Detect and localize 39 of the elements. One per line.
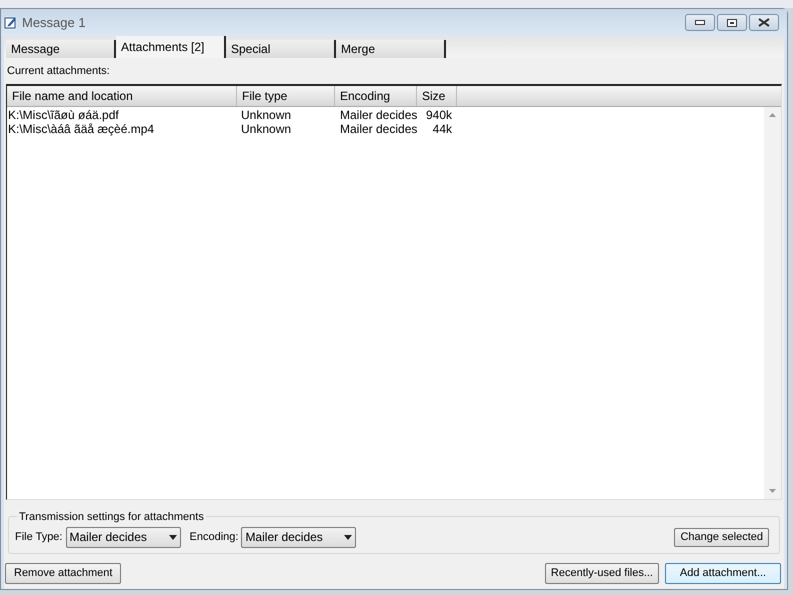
close-icon bbox=[758, 18, 770, 27]
change-selected-button[interactable]: Change selected bbox=[674, 528, 769, 546]
column-header[interactable]: Encoding bbox=[335, 86, 417, 106]
maximize-button[interactable] bbox=[717, 14, 747, 31]
tab[interactable]: Special bbox=[226, 40, 336, 58]
column-header[interactable]: File name and location bbox=[7, 86, 237, 106]
minimize-button[interactable] bbox=[685, 14, 715, 31]
dropdown-caret-icon bbox=[344, 534, 352, 540]
minimize-icon bbox=[695, 20, 705, 25]
encoding-label: Encoding: bbox=[190, 530, 238, 545]
column-header[interactable]: Size bbox=[417, 86, 457, 106]
table-cell-text: K:\Misc\àáâ ãäå æçèé.mp4 bbox=[7, 122, 156, 136]
tab[interactable]: Merge bbox=[336, 40, 446, 58]
close-button[interactable] bbox=[749, 14, 779, 31]
maximize-icon bbox=[727, 18, 737, 26]
scroll-down-icon bbox=[769, 489, 776, 493]
tab[interactable]: Attachments [2] bbox=[116, 36, 226, 58]
vertical-scrollbar[interactable] bbox=[764, 106, 781, 499]
attachments-label: Current attachments: bbox=[7, 64, 111, 79]
encoding-dropdown[interactable]: Mailer decides bbox=[241, 526, 356, 548]
edit-document-icon bbox=[4, 16, 17, 29]
group-title: Transmission settings for attachments bbox=[17, 509, 206, 526]
remove-attachment-button[interactable]: Remove attachment bbox=[5, 563, 122, 584]
recently-used-files-button[interactable]: Recently-used files... bbox=[544, 563, 659, 584]
add-attachment-button[interactable]: Add attachment... bbox=[665, 563, 781, 584]
table-cell-text: Unknown bbox=[240, 122, 292, 136]
column-header[interactable]: File type bbox=[237, 86, 335, 106]
tab[interactable]: Message bbox=[6, 40, 116, 58]
scroll-up-icon bbox=[769, 112, 776, 116]
table-cell-text: Mailer decides bbox=[339, 122, 417, 136]
table-cell-text: Mailer decides bbox=[339, 108, 417, 122]
window-title: Message 1 bbox=[22, 14, 86, 32]
file-type-label: File Type: bbox=[15, 530, 62, 545]
table-cell-text: K:\Misc\ĩãøù øáä.pdf bbox=[7, 108, 120, 122]
table-cell-text: Unknown bbox=[240, 108, 292, 122]
table-cell-text: 44k bbox=[432, 122, 453, 136]
dropdown-caret-icon bbox=[168, 534, 176, 540]
file-type-dropdown[interactable]: Mailer decides bbox=[66, 526, 180, 548]
table-cell-text: 940k bbox=[424, 108, 453, 122]
